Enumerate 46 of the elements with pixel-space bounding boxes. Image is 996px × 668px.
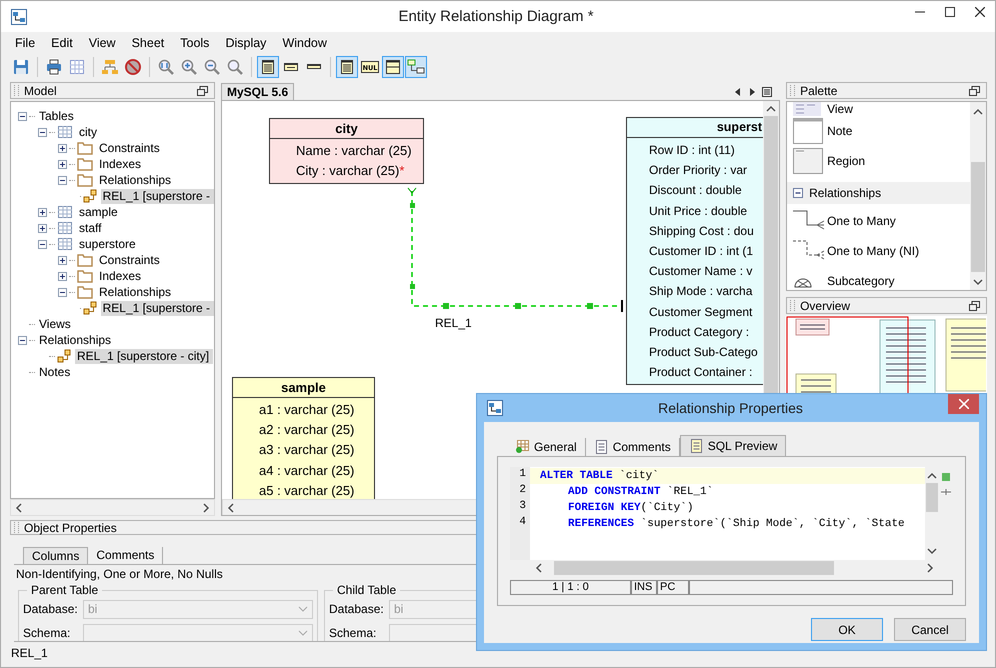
line-number: 1 xyxy=(518,468,527,482)
entity-column: City : varchar (25)* xyxy=(296,161,423,182)
window-title: Entity Relationship Diagram * xyxy=(398,8,594,25)
code-line: FOREIGN KEY(`City`) xyxy=(567,501,694,516)
line-number: 3 xyxy=(518,500,527,514)
entity-column: a1 : varchar (25) xyxy=(259,400,374,420)
code-line: ADD CONSTRAINT `REL_1` xyxy=(567,485,714,500)
entity-column: Order Priority : var xyxy=(649,160,764,180)
dialog-title: Relationship Properties xyxy=(658,400,803,416)
entity-column: Unit Price : double xyxy=(649,200,764,221)
entity-column: a4 : varchar (25) xyxy=(259,460,374,481)
editor-status: 1 | 1 : 0 xyxy=(510,580,631,595)
field-label: Database: xyxy=(329,602,385,616)
relationship-label: REL_1 xyxy=(435,316,472,330)
entity-column: a2 : varchar (25) xyxy=(259,420,374,440)
editor-status: PC xyxy=(657,580,689,595)
entity-column: Customer Segment xyxy=(649,302,764,322)
group-title: Child Table xyxy=(336,583,398,597)
entity-column: Product Container : xyxy=(649,362,764,382)
entity-column: Customer ID : int (1 xyxy=(649,240,764,262)
entity-column: a3 : varchar (25) xyxy=(259,440,374,461)
field-label: Schema: xyxy=(23,626,72,640)
entity-name: sample xyxy=(233,378,374,398)
relationship-description: Non-Identifying, One or More, No Nulls xyxy=(16,567,223,581)
code-line: REFERENCES `superstore`(`Ship Mode`, `City`, `State xyxy=(567,517,906,532)
line-number: 2 xyxy=(518,484,527,498)
panel-title: Overview xyxy=(800,298,850,312)
entity-column: Shipping Cost : dou xyxy=(649,220,764,241)
entity-column: Row ID : int (11) xyxy=(649,140,764,160)
entity-name: city xyxy=(270,119,423,139)
entity-column: Product Sub-Catego xyxy=(649,342,764,362)
entity-column: a5 : varchar (25) xyxy=(259,480,374,499)
panel-title: Palette xyxy=(800,84,838,98)
panel-title: Model xyxy=(24,84,57,98)
entity-column: Product Category : xyxy=(649,322,764,342)
entity-column: Name : varchar (25) xyxy=(296,141,423,162)
panel-title: Object Properties xyxy=(24,520,117,534)
entity-column: Customer Name : v xyxy=(649,261,764,282)
editor-status: INS xyxy=(631,580,657,595)
status-text: REL_1 xyxy=(11,646,48,660)
line-number: 4 xyxy=(518,516,527,530)
field-label: Database: xyxy=(23,602,79,616)
group-title: Parent Table xyxy=(30,583,100,597)
field-label: Schema: xyxy=(329,626,378,640)
entity-column: Discount : double xyxy=(649,180,764,201)
entity-column: Ship Mode : varcha xyxy=(649,281,764,302)
